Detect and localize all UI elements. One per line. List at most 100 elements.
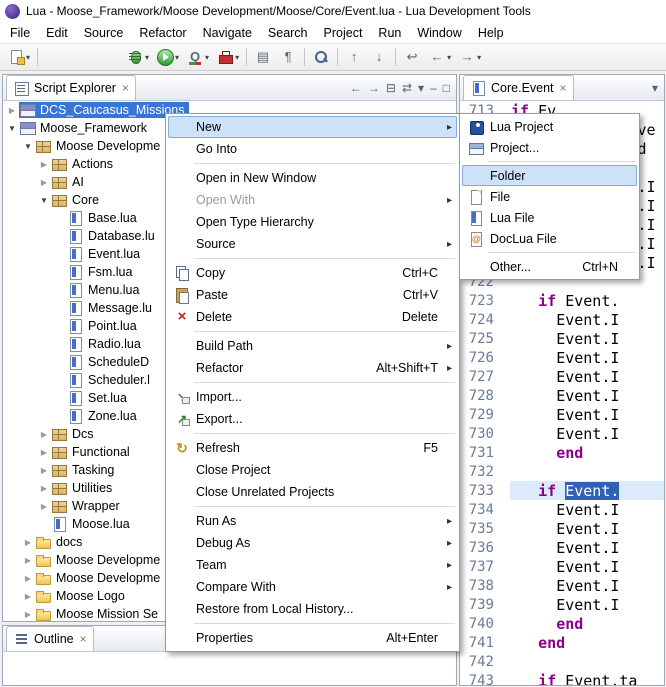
menu-item-export[interactable]: ↗Export... xyxy=(168,408,457,430)
line-number[interactable]: 736 xyxy=(460,540,502,556)
menu-item-compare-with[interactable]: Compare With▸ xyxy=(168,576,457,598)
debug-button[interactable]: ▾ xyxy=(123,46,152,69)
menu-item-refactor[interactable]: RefactorAlt+Shift+T▸ xyxy=(168,357,457,379)
prev-button[interactable]: ↑ xyxy=(342,46,366,69)
menubar-item-run[interactable]: Run xyxy=(370,24,409,42)
tree-collapsed-arrow-icon[interactable]: ▶ xyxy=(37,430,51,439)
menubar-item-help[interactable]: Help xyxy=(470,24,512,42)
menu-item-team[interactable]: Team▸ xyxy=(168,554,457,576)
code-line-728[interactable]: 728 Event.I xyxy=(460,386,664,405)
menu-item-doclua-file[interactable]: DocLua File xyxy=(462,228,637,249)
code-line-724[interactable]: 724 Event.I xyxy=(460,310,664,329)
next-button[interactable]: ↓ xyxy=(367,46,391,69)
menu-item-build-path[interactable]: Build Path▸ xyxy=(168,335,457,357)
line-number[interactable]: 725 xyxy=(460,331,502,347)
line-number[interactable]: 739 xyxy=(460,597,502,613)
code-line-734[interactable]: 734 Event.I xyxy=(460,500,664,519)
forward-icon[interactable]: → xyxy=(368,82,380,94)
line-number[interactable]: 727 xyxy=(460,369,502,385)
collapse-all-icon[interactable]: ⊟ xyxy=(386,82,396,94)
menu-item-copy[interactable]: CopyCtrl+C xyxy=(168,262,457,284)
line-number[interactable]: 738 xyxy=(460,578,502,594)
tree-expanded-arrow-icon[interactable]: ▼ xyxy=(37,196,51,205)
menu-item-open-in-new-window[interactable]: Open in New Window xyxy=(168,167,457,189)
tree-collapsed-arrow-icon[interactable]: ▶ xyxy=(5,106,19,115)
search-button[interactable] xyxy=(309,46,333,69)
menu-item-close-unrelated-projects[interactable]: Close Unrelated Projects xyxy=(168,481,457,503)
code-line-733[interactable]: 733 if Event. xyxy=(460,481,664,500)
code-line-742[interactable]: 742 xyxy=(460,652,664,671)
close-icon[interactable]: × xyxy=(122,83,129,93)
code-line-727[interactable]: 727 Event.I xyxy=(460,367,664,386)
menu-item-paste[interactable]: PasteCtrl+V xyxy=(168,284,457,306)
tab-outline[interactable]: Outline × xyxy=(6,626,94,651)
line-number[interactable]: 741 xyxy=(460,635,502,651)
menu-item-folder[interactable]: Folder xyxy=(462,165,637,186)
code-line-743[interactable]: 743 if Event.ta xyxy=(460,671,664,685)
external-tools-button[interactable]: ▾ xyxy=(213,46,242,69)
tree-collapsed-arrow-icon[interactable]: ▶ xyxy=(21,556,35,565)
code-line-737[interactable]: 737 Event.I xyxy=(460,557,664,576)
tab-core-event[interactable]: Core.Event × xyxy=(463,75,574,100)
menubar-item-edit[interactable]: Edit xyxy=(38,24,76,42)
code-line-736[interactable]: 736 Event.I xyxy=(460,538,664,557)
code-line-732[interactable]: 732 xyxy=(460,462,664,481)
close-icon[interactable]: × xyxy=(560,83,567,93)
menu-item-delete[interactable]: ×DeleteDelete xyxy=(168,306,457,328)
menubar-item-search[interactable]: Search xyxy=(260,24,316,42)
tree-collapsed-arrow-icon[interactable]: ▶ xyxy=(21,574,35,583)
code-line-741[interactable]: 741 end xyxy=(460,633,664,652)
line-number[interactable]: 726 xyxy=(460,350,502,366)
menu-item-new[interactable]: New▸ xyxy=(168,116,457,138)
menubar-item-file[interactable]: File xyxy=(2,24,38,42)
forward-button[interactable]: →▾ xyxy=(455,46,484,69)
menu-item-other[interactable]: Other...Ctrl+N xyxy=(462,256,637,277)
maximize-icon[interactable]: □ xyxy=(443,82,450,94)
new-button[interactable]: ▾ xyxy=(4,46,33,69)
menu-item-properties[interactable]: PropertiesAlt+Enter xyxy=(168,627,457,649)
menu-item-source[interactable]: Source▸ xyxy=(168,233,457,255)
menu-item-lua-file[interactable]: Lua File xyxy=(462,207,637,228)
menubar-item-navigate[interactable]: Navigate xyxy=(195,24,260,42)
line-number[interactable]: 742 xyxy=(460,654,502,670)
code-line-731[interactable]: 731 end xyxy=(460,443,664,462)
line-number[interactable]: 737 xyxy=(460,559,502,575)
line-number[interactable]: 732 xyxy=(460,464,502,480)
code-line-738[interactable]: 738 Event.I xyxy=(460,576,664,595)
menu-item-import[interactable]: ↘Import... xyxy=(168,386,457,408)
menu-item-file[interactable]: File xyxy=(462,186,637,207)
run-button[interactable]: ▾ xyxy=(153,46,182,69)
line-number[interactable]: 740 xyxy=(460,616,502,632)
line-number[interactable]: 743 xyxy=(460,673,502,686)
tree-collapsed-arrow-icon[interactable]: ▶ xyxy=(37,466,51,475)
back-button[interactable]: ←▾ xyxy=(425,46,454,69)
code-line-729[interactable]: 729 Event.I xyxy=(460,405,664,424)
line-number[interactable]: 728 xyxy=(460,388,502,404)
luadoc-button[interactable]: ▤ xyxy=(251,46,275,69)
tree-collapsed-arrow-icon[interactable]: ▶ xyxy=(37,448,51,457)
tree-collapsed-arrow-icon[interactable]: ▶ xyxy=(37,160,51,169)
menubar-item-refactor[interactable]: Refactor xyxy=(131,24,194,42)
code-line-740[interactable]: 740 end xyxy=(460,614,664,633)
tree-collapsed-arrow-icon[interactable]: ▶ xyxy=(21,538,35,547)
menubar-item-window[interactable]: Window xyxy=(409,24,469,42)
menu-item-run-as[interactable]: Run As▸ xyxy=(168,510,457,532)
menubar-item-project[interactable]: Project xyxy=(316,24,371,42)
menu-item-lua-project[interactable]: Lua Project xyxy=(462,116,637,137)
code-line-739[interactable]: 739 Event.I xyxy=(460,595,664,614)
line-number[interactable]: 733 xyxy=(460,483,502,499)
line-number[interactable]: 724 xyxy=(460,312,502,328)
line-number[interactable]: 731 xyxy=(460,445,502,461)
code-line-725[interactable]: 725 Event.I xyxy=(460,329,664,348)
view-menu-icon[interactable]: ▾ xyxy=(418,82,424,94)
close-icon[interactable]: × xyxy=(80,634,87,644)
menu-item-go-into[interactable]: Go Into xyxy=(168,138,457,160)
line-number[interactable]: 734 xyxy=(460,502,502,518)
tab-script-explorer[interactable]: Script Explorer × xyxy=(6,75,136,100)
back-icon[interactable]: ← xyxy=(350,82,362,94)
menu-item-refresh[interactable]: ↻RefreshF5 xyxy=(168,437,457,459)
tab-overflow-chevron-icon[interactable]: ▾ xyxy=(652,82,658,94)
code-line-726[interactable]: 726 Event.I xyxy=(460,348,664,367)
tree-collapsed-arrow-icon[interactable]: ▶ xyxy=(37,484,51,493)
coverage-button[interactable]: Q▾ xyxy=(183,46,212,69)
